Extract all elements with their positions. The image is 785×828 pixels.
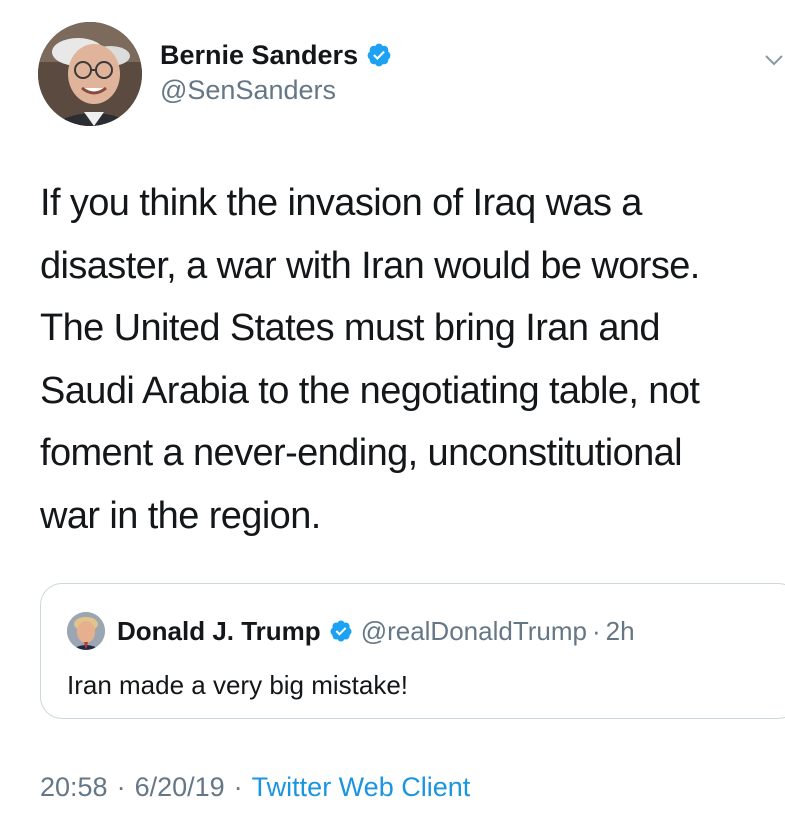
quoted-tweet-card[interactable]: Donald J. Trump @realDonaldTrump · 2h Ir… <box>40 583 785 719</box>
verified-badge-icon <box>330 620 352 642</box>
verified-badge-icon <box>367 43 391 67</box>
tweet: Bernie Sanders @SenSanders If you think … <box>0 0 785 828</box>
quoted-author-avatar[interactable] <box>67 612 105 650</box>
tweet-meta: 20:58 · 6/20/19 · Twitter Web Client <box>40 772 470 803</box>
quoted-separator: · <box>591 615 601 646</box>
author-handle[interactable]: @SenSanders <box>160 75 336 106</box>
author-display-name[interactable]: Bernie Sanders <box>160 40 358 71</box>
tweet-date[interactable]: 6/20/19 <box>135 772 225 803</box>
author-name-row: Bernie Sanders <box>160 38 392 72</box>
quoted-tweet-text: Iran made a very big mistake! <box>67 670 409 700</box>
quoted-author-handle[interactable]: @realDonaldTrump <box>361 616 587 647</box>
tweet-source-link[interactable]: Twitter Web Client <box>252 772 471 803</box>
chevron-down-icon[interactable] <box>764 52 784 68</box>
tweet-text: If you think the invasion of Iraq was a … <box>40 182 700 537</box>
meta-separator: · <box>116 772 126 802</box>
quoted-tweet-age[interactable]: 2h <box>606 616 635 647</box>
tweet-time[interactable]: 20:58 <box>40 772 108 803</box>
author-avatar[interactable] <box>38 22 142 126</box>
quoted-author-name[interactable]: Donald J. Trump <box>117 616 321 647</box>
meta-separator: · <box>233 772 243 802</box>
quoted-tweet-header: Donald J. Trump @realDonaldTrump · 2h <box>117 612 635 650</box>
